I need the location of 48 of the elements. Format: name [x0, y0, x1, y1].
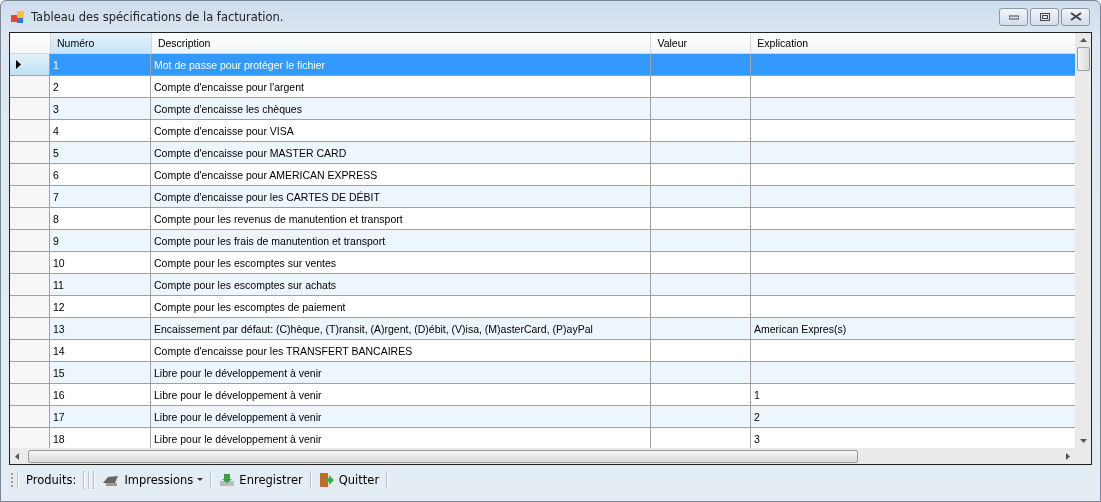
- table-cell: Compte d'encaisse les chèques: [151, 98, 651, 121]
- column-header[interactable]: Valeur: [650, 33, 751, 54]
- scroll-right-icon[interactable]: [1066, 452, 1070, 460]
- scroll-thumb[interactable]: [1076, 47, 1090, 72]
- table-cell: 17: [50, 406, 151, 429]
- exit-door-icon: [318, 472, 335, 489]
- toolbar-label: Produits:: [25, 473, 78, 488]
- vertical-scrollbar[interactable]: [1075, 33, 1091, 449]
- minimize-icon: [1008, 13, 1019, 20]
- table-cell: Libre pour le développement à venir: [151, 362, 651, 385]
- scroll-down-icon[interactable]: [1079, 439, 1087, 444]
- table-cell: Compte pour les frais de manutention et transport: [151, 230, 651, 253]
- table-cell: 2: [751, 406, 1075, 429]
- column-header[interactable]: Description: [150, 33, 651, 54]
- toolbar-button[interactable]: Enregistrer: [215, 471, 307, 490]
- column-header[interactable]: Numéro: [50, 33, 151, 54]
- table-cell: Libre pour le développement à venir: [151, 406, 651, 429]
- window-title: Tableau des spécifications de la facturation.: [31, 9, 284, 24]
- table-cell: Mot de passe pour protéger le fichier: [151, 54, 651, 77]
- table-cell: 15: [50, 362, 151, 385]
- table-cell: 7: [50, 186, 151, 209]
- table-cell: 13: [50, 318, 151, 341]
- toolbar-button[interactable]: Impressions: [98, 471, 208, 490]
- scroll-left-icon[interactable]: [15, 452, 19, 460]
- scroll-thumb[interactable]: [28, 449, 858, 463]
- table-cell: 5: [50, 142, 151, 165]
- table-cell: American Expres(s): [751, 318, 1075, 341]
- table-cell: 3: [50, 98, 151, 121]
- download-icon: [219, 473, 236, 488]
- caret-icon: [197, 478, 204, 483]
- printer-icon: [102, 473, 121, 488]
- current-row-icon: [16, 60, 21, 70]
- table-cell: Compte d'encaisse pour les CARTES DE DÉBIT: [151, 186, 651, 209]
- restore-icon: [1039, 12, 1050, 21]
- table-cell: Encaissement par défaut: (C)hèque, (T)ransit, (A)rgent, (D)ébit, (V)isa, (M)asterCard, (P)ayPal: [151, 318, 651, 341]
- close-button[interactable]: [1061, 7, 1090, 26]
- toolbar-button[interactable]: Quitter: [314, 470, 384, 491]
- table-cell: 11: [50, 274, 151, 297]
- grip-icon: [11, 472, 14, 489]
- scroll-up-icon[interactable]: [1079, 38, 1087, 43]
- table-cell: 1: [50, 54, 151, 77]
- table-cell: Compte pour les escomptes sur achats: [151, 274, 651, 297]
- close-icon: [1069, 12, 1082, 22]
- maximize-button[interactable]: [1030, 7, 1059, 26]
- row-header[interactable]: [10, 54, 50, 77]
- table-cell: Compte d'encaisse pour MASTER CARD: [151, 142, 651, 165]
- table-cell: 9: [50, 230, 151, 253]
- app-icon: [11, 9, 25, 24]
